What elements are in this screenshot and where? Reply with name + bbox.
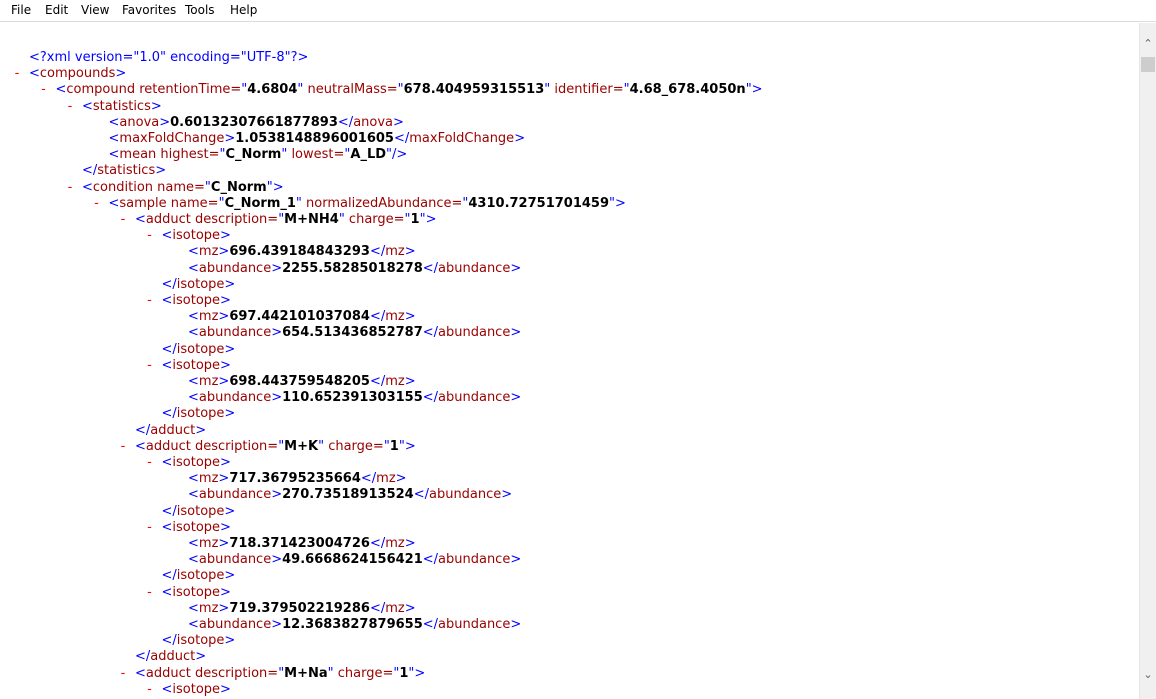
collapse-toggle[interactable]: -: [39, 82, 49, 98]
vertical-scrollbar[interactable]: ⌃ ⌄: [1139, 23, 1156, 699]
compounds-open: <compounds>: [29, 66, 127, 82]
adduct-open: <adduct description="M+K" charge="1">: [135, 438, 416, 454]
collapse-toggle[interactable]: -: [145, 293, 155, 309]
collapse-toggle[interactable]: -: [145, 585, 155, 601]
isotope-close: </isotope>: [161, 633, 236, 649]
statistics-open: <statistics>: [82, 98, 162, 114]
mz-line: <mz>719.379502219286</mz>: [188, 600, 416, 616]
adduct-open: <adduct description="M+Na" charge="1">: [135, 665, 426, 681]
adduct-close: </adduct>: [135, 649, 207, 665]
collapse-toggle[interactable]: -: [145, 358, 155, 374]
mz-line: <mz>698.443759548205</mz>: [188, 374, 416, 389]
collapse-toggle[interactable]: -: [65, 180, 75, 196]
collapse-toggle[interactable]: -: [118, 666, 128, 682]
abundance-line: <abundance>49.6668624156421</abundance>: [188, 552, 522, 568]
sample-open: <sample name="C_Norm_1" normalizedAbunda…: [108, 195, 626, 211]
collapse-toggle[interactable]: -: [12, 66, 22, 82]
adduct-close: </adduct>: [135, 422, 207, 438]
mean-line: <mean highest="C_Norm" lowest="A_LD"/>: [108, 147, 408, 163]
menu-tools[interactable]: Tools: [185, 3, 215, 17]
collapse-toggle[interactable]: -: [65, 99, 75, 115]
isotope-open: <isotope>: [161, 228, 231, 244]
collapse-toggle[interactable]: -: [118, 212, 128, 228]
xml-declaration: <?xml version="1.0" encoding="UTF-8"?>: [29, 50, 309, 65]
isotope-open: <isotope>: [161, 357, 231, 373]
abundance-line: <abundance>654.513436852787</abundance>: [188, 325, 522, 341]
abundance-line: <abundance>12.3683827879655</abundance>: [188, 617, 522, 632]
max-fold-change-line: <maxFoldChange>1.0538148896001605</maxFo…: [108, 131, 526, 146]
isotope-close: </isotope>: [161, 406, 236, 422]
collapse-toggle[interactable]: -: [145, 228, 155, 244]
isotope-close: </isotope>: [161, 503, 236, 519]
isotope-open: <isotope>: [161, 455, 231, 470]
isotope-open: <isotope>: [161, 584, 231, 600]
menu-favorites[interactable]: Favorites: [122, 3, 176, 17]
abundance-line: <abundance>110.652391303155</abundance>: [188, 390, 522, 406]
collapse-toggle[interactable]: -: [145, 520, 155, 536]
isotope-open: <isotope>: [161, 519, 231, 535]
scrollbar-thumb[interactable]: [1141, 57, 1155, 72]
abundance-line: <abundance>270.73518913524</abundance>: [188, 487, 513, 503]
isotope-close: </isotope>: [161, 276, 236, 292]
collapse-toggle[interactable]: -: [118, 439, 128, 455]
menu-file[interactable]: File: [11, 3, 31, 17]
menu-edit[interactable]: Edit: [45, 3, 68, 17]
menu-help[interactable]: Help: [230, 3, 257, 17]
mz-line: <mz>717.36795235664</mz>: [188, 471, 407, 487]
isotope-close: </isotope>: [161, 568, 236, 584]
condition-open: <condition name="C_Norm">: [82, 179, 284, 195]
collapse-toggle[interactable]: -: [145, 682, 155, 698]
isotope-open: <isotope>: [161, 293, 231, 308]
chevron-down-icon[interactable]: ⌄: [1140, 666, 1156, 683]
menu-view[interactable]: View: [81, 3, 109, 17]
abundance-line: <abundance>2255.58285018278</abundance>: [188, 260, 522, 276]
mz-line: <mz>697.442101037084</mz>: [188, 309, 416, 325]
mz-line: <mz>696.439184843293</mz>: [188, 244, 416, 260]
statistics-close: </statistics>: [82, 163, 167, 179]
xml-viewer: <?xml version="1.0" encoding="UTF-8"?> - <…: [0, 23, 1139, 699]
anova-line: <anova>0.60132307661877893</anova>: [108, 114, 404, 130]
isotope-open: <isotope>: [161, 681, 231, 697]
adduct-open: <adduct description="M+NH4" charge="1">: [135, 212, 437, 227]
isotope-close: </isotope>: [161, 341, 236, 357]
menu-bar: File Edit View Favorites Tools Help: [0, 0, 1156, 22]
chevron-up-icon[interactable]: ⌃: [1140, 35, 1156, 52]
collapse-toggle[interactable]: -: [145, 455, 155, 471]
collapse-toggle[interactable]: -: [92, 196, 102, 212]
compound-open: <compound retentionTime="4.6804" neutral…: [55, 82, 763, 98]
mz-line: <mz>718.371423004726</mz>: [188, 536, 416, 551]
